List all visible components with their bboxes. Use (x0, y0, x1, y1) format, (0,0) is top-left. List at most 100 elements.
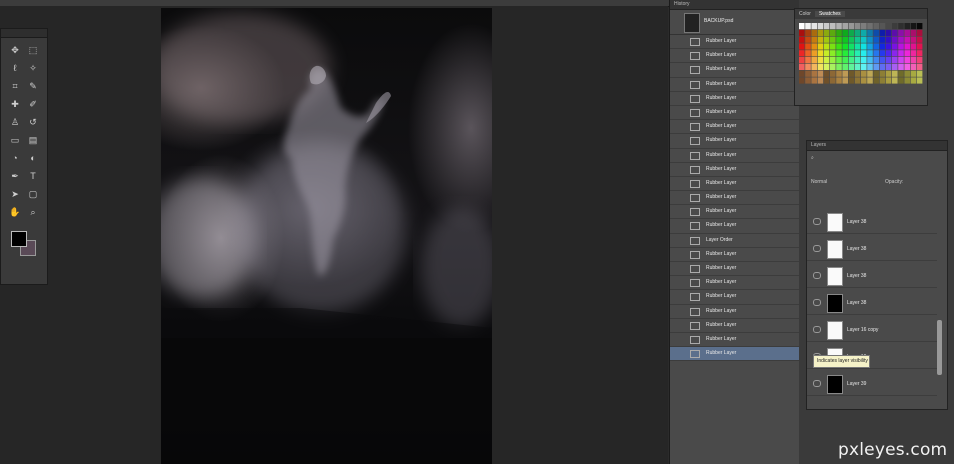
gradient-tool-icon[interactable]: ▤ (27, 135, 39, 145)
color-swatch[interactable] (904, 23, 910, 30)
color-swatch[interactable] (799, 77, 805, 84)
color-swatch[interactable] (817, 77, 824, 84)
color-swatch[interactable] (811, 36, 817, 43)
color-swatch[interactable] (904, 77, 910, 84)
color-swatch[interactable] (879, 57, 886, 64)
color-swatch[interactable] (805, 63, 811, 70)
color-swatch[interactable] (848, 43, 855, 50)
color-swatch[interactable] (817, 70, 824, 77)
history-step[interactable]: Rubber Layer (670, 163, 799, 177)
color-swatch[interactable] (904, 29, 910, 36)
color-swatch[interactable] (799, 50, 805, 57)
color-swatch[interactable] (910, 57, 917, 64)
color-swatch[interactable] (817, 43, 824, 50)
brush-tool-icon[interactable]: ✐ (27, 99, 39, 109)
color-swatch[interactable] (916, 70, 923, 77)
color-swatch[interactable] (916, 43, 923, 50)
color-swatch[interactable] (799, 43, 805, 50)
color-swatch[interactable] (805, 29, 811, 36)
color-swatch[interactable] (867, 23, 873, 30)
color-swatch[interactable] (811, 77, 817, 84)
color-swatch[interactable] (904, 43, 910, 50)
tab-swatches[interactable]: Swatches (814, 11, 845, 17)
color-swatch[interactable] (842, 70, 848, 77)
color-swatch[interactable] (799, 29, 805, 36)
color-swatch[interactable] (854, 50, 861, 57)
history-step[interactable]: Rubber Layer (670, 35, 799, 50)
color-swatch[interactable] (910, 70, 917, 77)
history-panel-tab[interactable]: History (670, 0, 799, 10)
history-step[interactable]: Rubber Layer (670, 63, 799, 78)
color-swatch[interactable] (842, 43, 848, 50)
lasso-tool-icon[interactable]: ℓ (9, 63, 21, 73)
tab-color[interactable]: Color (795, 11, 815, 17)
color-swatch[interactable] (848, 57, 855, 64)
color-swatch[interactable] (811, 57, 817, 64)
layer-row[interactable]: Layer 39 (807, 373, 937, 396)
color-swatch[interactable] (817, 63, 824, 70)
history-step[interactable]: Rubber Layer (670, 219, 799, 234)
history-step[interactable]: Rubber Layer (670, 333, 799, 348)
color-swatch[interactable] (898, 36, 904, 43)
color-swatch[interactable] (817, 23, 824, 30)
color-swatch[interactable] (904, 70, 910, 77)
foreground-color-swatch[interactable] (11, 231, 27, 247)
color-swatch[interactable] (830, 29, 836, 36)
color-swatch[interactable] (854, 29, 861, 36)
color-swatch[interactable] (873, 77, 879, 84)
color-swatch[interactable] (830, 23, 836, 30)
color-swatch[interactable] (823, 50, 830, 57)
marquee-tool-icon[interactable]: ⬚ (27, 45, 39, 55)
color-swatch[interactable] (811, 63, 817, 70)
color-swatch[interactable] (892, 70, 898, 77)
color-swatch[interactable] (879, 29, 886, 36)
color-swatch[interactable] (867, 29, 873, 36)
color-swatch[interactable] (885, 63, 892, 70)
history-step[interactable]: Rubber Layer (670, 262, 799, 277)
color-swatch[interactable] (892, 23, 898, 30)
color-swatch[interactable] (879, 63, 886, 70)
color-swatch[interactable] (842, 36, 848, 43)
color-swatch[interactable] (879, 77, 886, 84)
healing-brush-tool-icon[interactable]: ✚ (9, 99, 21, 109)
history-step[interactable]: Rubber Layer (670, 106, 799, 121)
color-swatch[interactable] (885, 23, 892, 30)
history-brush-tool-icon[interactable]: ↺ (27, 117, 39, 127)
history-step[interactable]: Rubber Layer (670, 290, 799, 305)
color-swatch[interactable] (823, 77, 830, 84)
color-swatch[interactable] (892, 36, 898, 43)
color-swatch[interactable] (916, 36, 923, 43)
color-swatch[interactable] (885, 77, 892, 84)
color-swatch[interactable] (885, 70, 892, 77)
color-swatch[interactable] (830, 43, 836, 50)
history-step[interactable]: Rubber Layer (670, 205, 799, 220)
color-swatch[interactable] (873, 70, 879, 77)
path-selection-tool-icon[interactable]: ➤ (9, 189, 21, 199)
color-swatch[interactable] (805, 43, 811, 50)
color-swatch[interactable] (842, 63, 848, 70)
zoom-tool-icon[interactable]: ⌕ (27, 207, 39, 217)
layer-row[interactable]: Layer 16 copy (807, 319, 937, 342)
color-swatch[interactable] (811, 50, 817, 57)
color-swatch[interactable] (848, 36, 855, 43)
color-swatch[interactable] (873, 57, 879, 64)
color-swatch[interactable] (910, 23, 917, 30)
history-step[interactable]: Rubber Layer (670, 49, 799, 64)
color-swatch[interactable] (898, 77, 904, 84)
color-swatch[interactable] (817, 36, 824, 43)
layer-row[interactable]: Layer 38 (807, 238, 937, 261)
color-swatch[interactable] (879, 23, 886, 30)
color-swatch[interactable] (885, 29, 892, 36)
color-swatch[interactable] (836, 63, 842, 70)
color-swatch[interactable] (904, 63, 910, 70)
color-swatch[interactable] (805, 70, 811, 77)
swatch-grid[interactable] (799, 23, 923, 85)
color-swatch[interactable] (873, 63, 879, 70)
visibility-eye-icon[interactable] (813, 245, 821, 252)
color-swatch[interactable] (898, 23, 904, 30)
color-swatch[interactable] (885, 36, 892, 43)
color-swatch[interactable] (811, 29, 817, 36)
history-step[interactable]: Rubber Layer (670, 276, 799, 291)
history-step[interactable]: Rubber Layer (670, 248, 799, 262)
color-swatch[interactable] (867, 70, 873, 77)
